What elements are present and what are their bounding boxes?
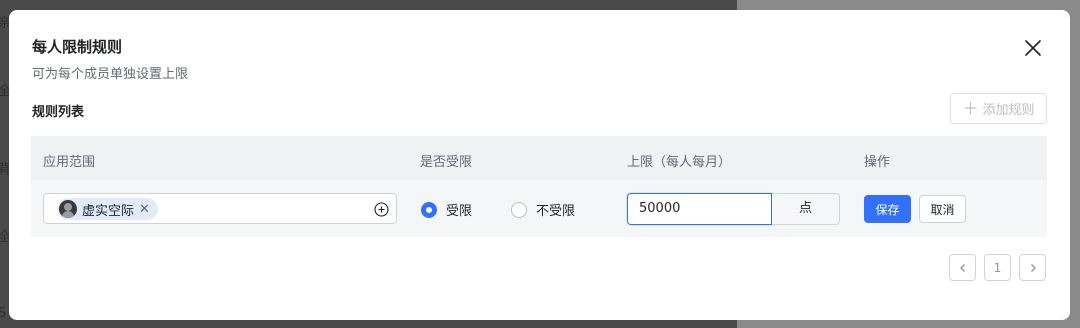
add-circle-icon[interactable] [374, 202, 389, 217]
dialog-subtitle: 可为每个成员单独设置上限 [32, 67, 189, 82]
header-scope: 应用范围 [43, 155, 96, 170]
limit-rules-dialog: 每人限制规则 可为每个成员单独设置上限 规则列表 ＋ 添加规则 应用范围 是否受… [9, 10, 1070, 320]
rules-table: 应用范围 是否受限 上限（每人每月） 操作 虚实空际 ✕ 受限 不受限 5000… [31, 136, 1047, 237]
save-button[interactable]: 保存 [864, 195, 911, 223]
dialog-title: 每人限制规则 [32, 38, 123, 56]
limit-unit: 点 [772, 193, 840, 225]
scope-selector[interactable]: 虚实空际 ✕ [43, 193, 397, 224]
header-limit: 上限（每人每月） [627, 155, 732, 170]
cancel-button[interactable]: 取消 [919, 195, 966, 223]
header-limited: 是否受限 [420, 155, 473, 170]
limit-input[interactable]: 50000 [627, 193, 772, 225]
page-number-button[interactable]: 1 [984, 254, 1011, 281]
member-tag-label: 虚实空际 [82, 203, 135, 219]
prev-page-button[interactable] [949, 254, 976, 281]
next-page-button[interactable] [1019, 254, 1046, 281]
avatar [59, 200, 77, 218]
table-row: 虚实空际 ✕ 受限 不受限 50000 点 保存 取消 [31, 180, 1047, 237]
tag-remove-icon[interactable]: ✕ [139, 202, 150, 217]
plus-icon: ＋ [962, 98, 979, 118]
radio-unlimited-label: 不受限 [536, 204, 576, 219]
member-tag: 虚实空际 ✕ [57, 198, 158, 220]
section-title: 规则列表 [32, 105, 85, 120]
close-icon[interactable] [1022, 37, 1044, 59]
radio-unchecked-icon [511, 201, 527, 218]
radio-limited[interactable]: 受限 [421, 200, 472, 219]
background-text: S [0, 306, 7, 321]
radio-unlimited[interactable]: 不受限 [511, 200, 575, 219]
header-actions: 操作 [864, 155, 891, 170]
radio-limited-label: 受限 [446, 204, 473, 219]
chevron-right-icon [1030, 263, 1036, 272]
chevron-left-icon [959, 263, 965, 272]
table-header: 应用范围 是否受限 上限（每人每月） 操作 [31, 136, 1047, 180]
radio-checked-icon [421, 201, 437, 218]
add-rule-label: 添加规则 [982, 103, 1035, 118]
add-rule-button[interactable]: ＋ 添加规则 [950, 93, 1047, 124]
